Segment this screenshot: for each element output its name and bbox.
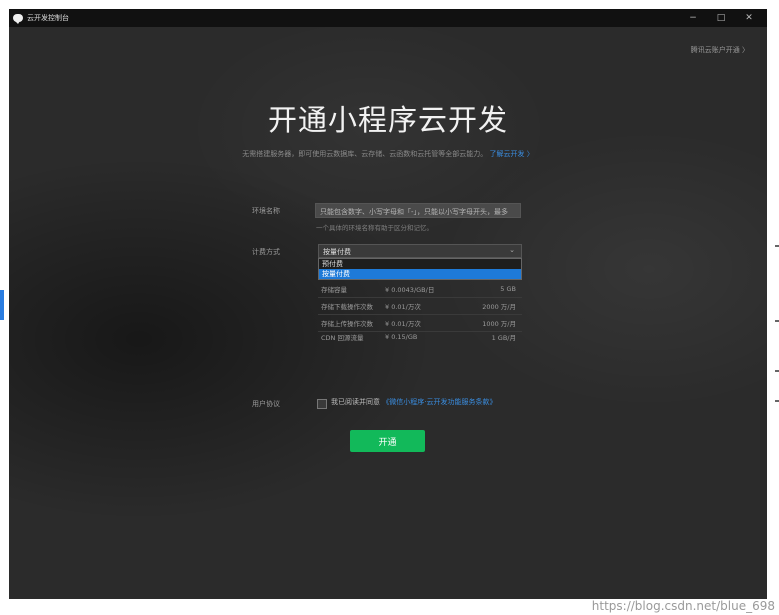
edge-tick [775, 245, 779, 247]
page-title: 开通小程序云开发 [267, 103, 508, 137]
open-button[interactable]: 开通 [350, 430, 425, 452]
agreement-text: 我已阅读并同意 《微信小程序·云开发功能服务条款》 [331, 397, 496, 407]
maximize-button[interactable]: □ [707, 9, 735, 27]
minimize-button[interactable]: − [679, 9, 707, 27]
account-link[interactable]: 腾讯云账户开通 〉 [691, 45, 749, 55]
learn-more-link[interactable]: 了解云开发 〉 [490, 150, 534, 158]
chat-bubble-icon [13, 14, 23, 24]
billing-label: 计费方式 [252, 248, 280, 256]
table-row: 存储下载操作次数 ¥ 0.01/万次 2000 万/月 [318, 298, 522, 315]
price-quota: 1000 万/月 [482, 320, 516, 328]
price-item: CDN 回源流量 [321, 334, 364, 342]
price-table: 存储容量 ¥ 0.0043/GB/日 5 GB 存储下载操作次数 ¥ 0.01/… [318, 281, 522, 342]
price-quota: 2000 万/月 [482, 303, 516, 311]
page-subtitle: 无需搭建服务器，即可使用云数据库、云存储、云函数和云托管等全部云能力。 了解云开… [9, 149, 767, 159]
price-item: 存储容量 [321, 286, 347, 294]
billing-option-payg[interactable]: 按量付费 [319, 269, 521, 279]
chevron-down-icon: ⌄ [509, 246, 515, 254]
table-row: CDN 回源流量 ¥ 0.15/GB 1 GB/月 [318, 332, 522, 342]
env-name-hint: 一个具体的环境名称有助于区分和记忆。 [316, 224, 433, 232]
window-title: 云开发控制台 [27, 14, 69, 22]
billing-select[interactable]: 按量付费 ⌄ [318, 244, 522, 258]
watermark: https://blog.csdn.net/blue_698 [591, 599, 775, 613]
price-item: 存储下载操作次数 [321, 303, 373, 311]
env-name-label: 环境名称 [252, 207, 280, 215]
price-value: ¥ 0.15/GB [385, 333, 418, 341]
window-controls: − □ ✕ [679, 9, 763, 27]
billing-selected-value: 按量付费 [323, 248, 351, 256]
price-quota: 1 GB/月 [491, 334, 516, 342]
billing-option-prepaid[interactable]: 预付费 [319, 259, 521, 269]
env-name-input[interactable]: 只能包含数字、小写字母和「-」，只能以小写字母开头，最多 [315, 203, 521, 218]
table-row: 存储上传操作次数 ¥ 0.01/万次 1000 万/月 [318, 315, 522, 332]
billing-dropdown: 预付费 按量付费 [318, 258, 522, 280]
edge-tick [775, 320, 779, 322]
close-button[interactable]: ✕ [735, 9, 763, 27]
edge-tick [775, 370, 779, 372]
price-item: 存储上传操作次数 [321, 320, 373, 328]
terms-link[interactable]: 《微信小程序·云开发功能服务条款》 [382, 398, 496, 406]
title-bar: 云开发控制台 − □ ✕ [9, 9, 767, 27]
price-value: ¥ 0.01/万次 [385, 320, 421, 328]
price-quota: 5 GB [500, 285, 516, 293]
agreement-statement: 我已阅读并同意 [331, 398, 380, 406]
side-accent-bar [0, 290, 4, 320]
price-value: ¥ 0.01/万次 [385, 303, 421, 311]
subtitle-text: 无需搭建服务器，即可使用云数据库、云存储、云函数和云托管等全部云能力。 [242, 150, 488, 158]
right-edge-marks [767, 0, 779, 615]
price-value: ¥ 0.0043/GB/日 [385, 286, 435, 294]
agreement-checkbox[interactable] [317, 399, 327, 409]
table-row: 存储容量 ¥ 0.0043/GB/日 5 GB [318, 281, 522, 298]
agreement-label: 用户协议 [252, 400, 280, 408]
app-window: 云开发控制台 − □ ✕ 腾讯云账户开通 〉 开通小程序云开发 无需搭建服务器，… [9, 9, 767, 599]
edge-tick [775, 400, 779, 402]
